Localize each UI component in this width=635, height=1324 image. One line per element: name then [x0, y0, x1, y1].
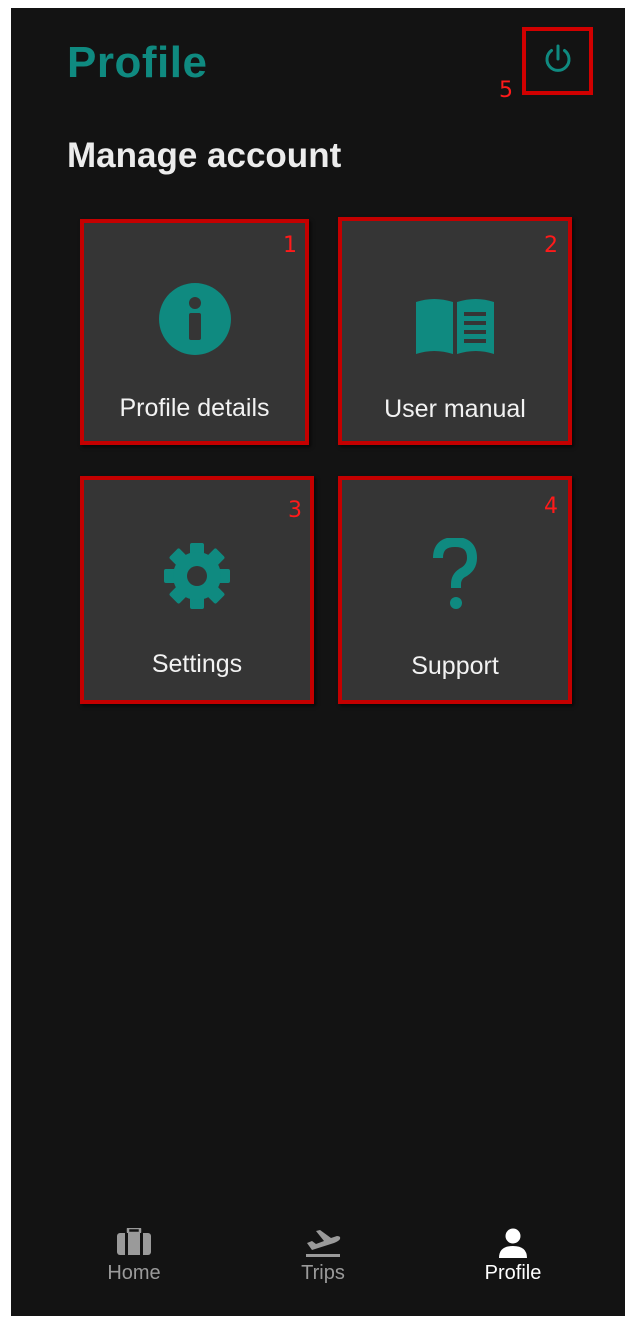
- power-icon: [541, 42, 575, 81]
- support-tile[interactable]: 4 Support: [338, 476, 572, 704]
- tile-label: Settings: [151, 650, 243, 678]
- section-title: Manage account: [67, 136, 342, 175]
- page-title: Profile: [67, 38, 208, 87]
- briefcase-icon: [116, 1226, 152, 1261]
- user-manual-tile[interactable]: 2 User manual: [338, 217, 572, 445]
- bottom-navigation: Home Trips Profile: [11, 1206, 625, 1316]
- profile-details-tile[interactable]: 1 Profile details: [80, 219, 309, 445]
- nav-trips-label: Trips: [301, 1262, 345, 1284]
- nav-profile[interactable]: Profile: [443, 1206, 583, 1306]
- gear-icon: [162, 541, 232, 616]
- info-icon: [158, 282, 232, 361]
- nav-profile-label: Profile: [484, 1262, 542, 1284]
- person-icon: [497, 1228, 529, 1263]
- tile-label: User manual: [384, 395, 526, 423]
- nav-home-label: Home: [107, 1262, 161, 1284]
- question-icon: [431, 536, 479, 617]
- tile-label: Profile details: [119, 394, 270, 422]
- annotation-marker-3: 3: [288, 498, 302, 523]
- nav-home[interactable]: Home: [64, 1206, 204, 1306]
- annotation-marker-5: 5: [499, 78, 513, 103]
- annotation-marker-2: 2: [544, 233, 558, 258]
- annotation-marker-1: 1: [283, 233, 297, 258]
- airplane-takeoff-icon: [304, 1228, 342, 1263]
- nav-trips[interactable]: Trips: [253, 1206, 393, 1306]
- settings-tile[interactable]: 3 Settings: [80, 476, 314, 704]
- tile-label: Support: [411, 652, 499, 680]
- book-icon: [414, 294, 496, 361]
- annotation-marker-4: 4: [544, 494, 558, 519]
- logout-button[interactable]: [522, 27, 593, 95]
- app-screen: Profile 5 Manage account 1 Profile detai…: [11, 8, 625, 1316]
